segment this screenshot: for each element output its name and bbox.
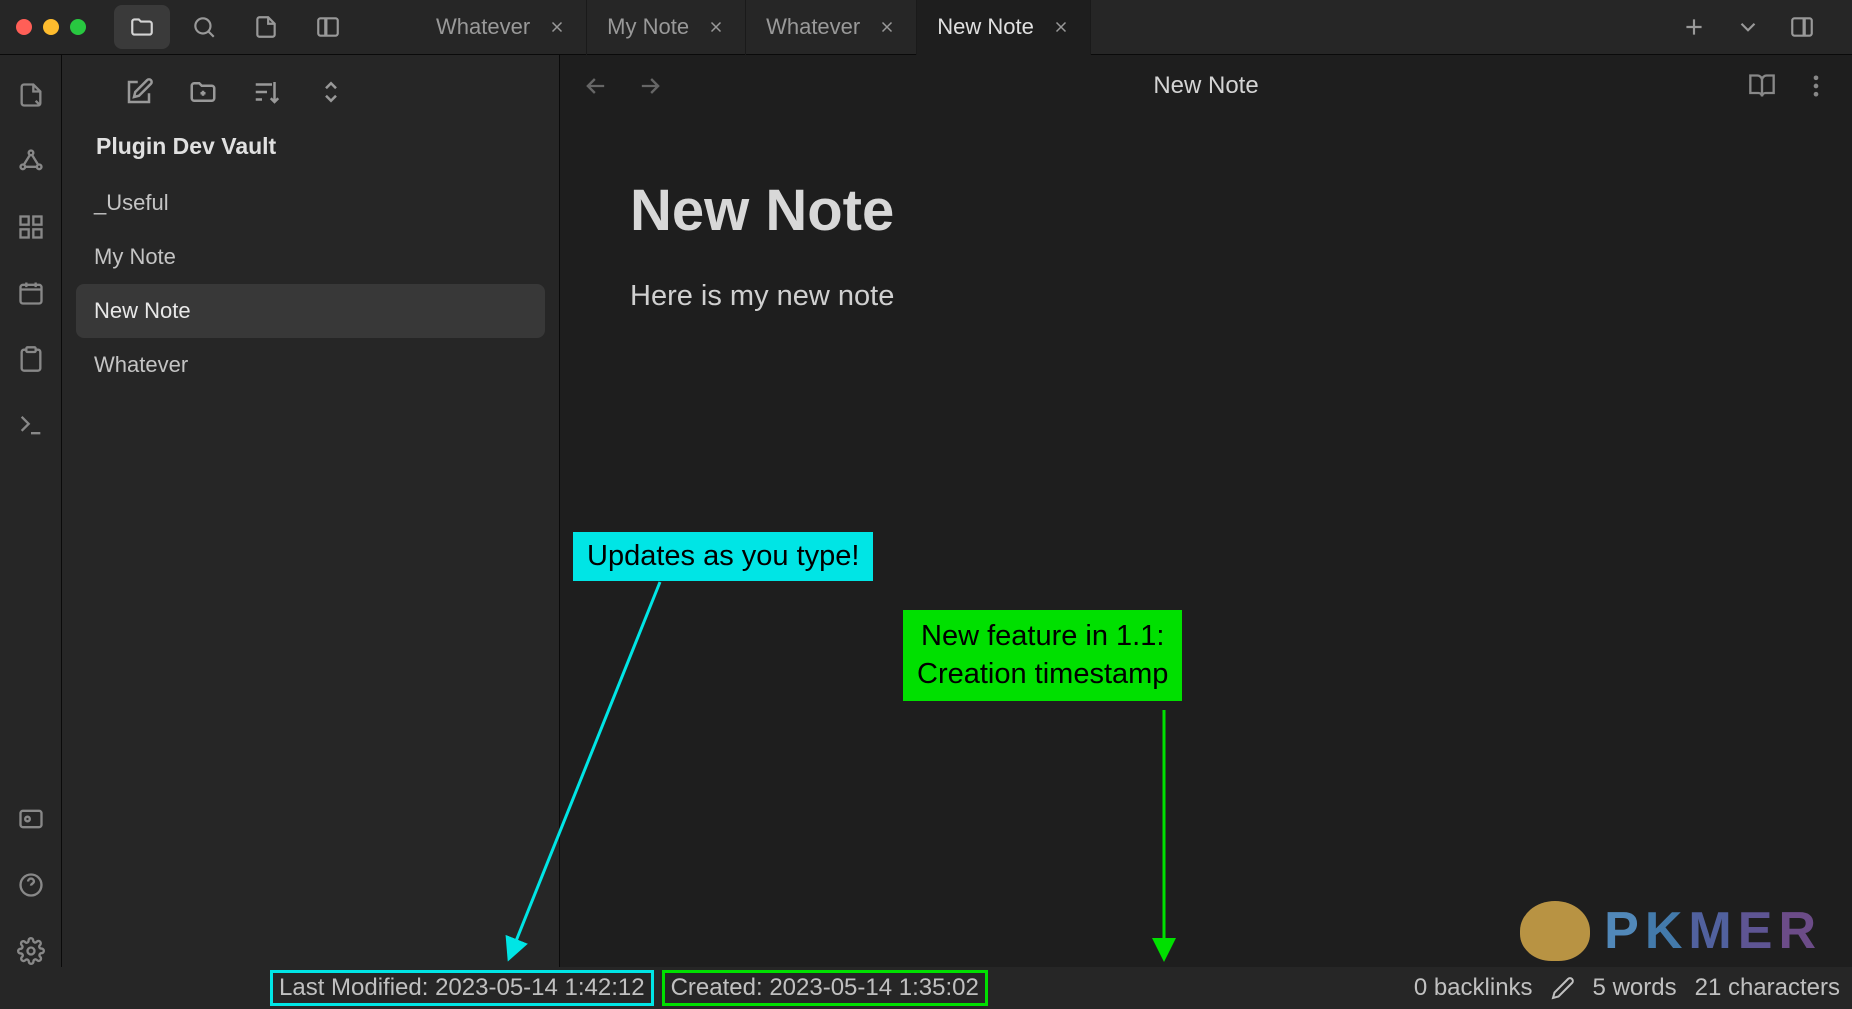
titlebar-right-icons [1670, 5, 1836, 49]
quick-switcher-icon[interactable] [15, 79, 47, 111]
status-bar: Last Modified: 2023-05-14 1:42:12 Create… [0, 967, 1852, 1009]
help-icon[interactable] [15, 869, 47, 901]
vault-icon[interactable] [15, 803, 47, 835]
editor-header-title[interactable]: New Note [664, 72, 1748, 100]
status-backlinks[interactable]: 0 backlinks [1414, 974, 1533, 1002]
templates-icon[interactable] [15, 343, 47, 375]
tab-whatever-1[interactable]: Whatever [416, 0, 587, 55]
file-explorer-sidebar: Plugin Dev Vault _Useful My Note New Not… [62, 55, 560, 967]
minimize-window-button[interactable] [43, 19, 59, 35]
pkmer-logo-icon [1520, 901, 1590, 961]
close-icon[interactable] [878, 18, 896, 36]
left-ribbon [0, 55, 62, 967]
window-controls [16, 19, 86, 35]
close-window-button[interactable] [16, 19, 32, 35]
reading-mode-icon[interactable] [1748, 72, 1776, 100]
panel-icon[interactable] [300, 5, 356, 49]
status-words: 5 words [1593, 974, 1677, 1002]
sort-button[interactable] [250, 75, 284, 109]
file-list: _Useful My Note New Note Whatever [62, 176, 559, 392]
annotation-creation: New feature in 1.1: Creation timestamp [903, 610, 1182, 701]
editor-header-actions [1748, 72, 1830, 100]
more-options-icon[interactable] [1802, 72, 1830, 100]
watermark-text: PKMER [1604, 901, 1822, 961]
status-characters: 21 characters [1695, 974, 1840, 1002]
status-right: 0 backlinks 5 words 21 characters [1414, 974, 1840, 1002]
edit-mode-icon[interactable] [1551, 976, 1575, 1000]
nav-back-icon[interactable] [582, 72, 610, 100]
tab-label: Whatever [766, 14, 860, 40]
right-panel-icon[interactable] [1778, 5, 1826, 49]
vault-name[interactable]: Plugin Dev Vault [62, 133, 559, 176]
main-area: Plugin Dev Vault _Useful My Note New Not… [0, 55, 1852, 967]
file-item-useful[interactable]: _Useful [76, 176, 545, 230]
canvas-icon[interactable] [15, 211, 47, 243]
tab-label: My Note [607, 14, 689, 40]
status-last-modified: Last Modified: 2023-05-14 1:42:12 [270, 970, 654, 1006]
graph-icon[interactable] [15, 145, 47, 177]
close-icon[interactable] [707, 18, 725, 36]
editor-body[interactable]: New Note Here is my new note [560, 117, 1852, 373]
files-icon[interactable] [114, 5, 170, 49]
status-created: Created: 2023-05-14 1:35:02 [662, 970, 988, 1006]
file-item-new-note[interactable]: New Note [76, 284, 545, 338]
titlebar: Whatever My Note Whatever New Note [0, 0, 1852, 55]
settings-icon[interactable] [15, 935, 47, 967]
watermark: PKMER [1520, 901, 1822, 961]
tab-new-note[interactable]: New Note [917, 0, 1091, 55]
collapse-button[interactable] [314, 75, 348, 109]
close-icon[interactable] [548, 18, 566, 36]
search-icon[interactable] [176, 5, 232, 49]
titlebar-left-icons [114, 5, 356, 49]
note-content[interactable]: Here is my new note [630, 280, 1782, 313]
note-title[interactable]: New Note [630, 177, 1782, 244]
new-note-icon[interactable] [238, 5, 294, 49]
new-tab-icon[interactable] [1670, 5, 1718, 49]
file-item-whatever[interactable]: Whatever [76, 338, 545, 392]
nav-arrows [582, 72, 664, 100]
tab-bar: Whatever My Note Whatever New Note [416, 0, 1670, 55]
new-note-button[interactable] [122, 75, 156, 109]
editor-pane: New Note New Note Here is my new note [560, 55, 1852, 967]
tab-my-note[interactable]: My Note [587, 0, 746, 55]
tab-label: New Note [937, 14, 1034, 40]
file-item-my-note[interactable]: My Note [76, 230, 545, 284]
maximize-window-button[interactable] [70, 19, 86, 35]
tab-dropdown-icon[interactable] [1724, 5, 1772, 49]
command-palette-icon[interactable] [15, 409, 47, 441]
nav-forward-icon[interactable] [636, 72, 664, 100]
tab-label: Whatever [436, 14, 530, 40]
close-icon[interactable] [1052, 18, 1070, 36]
new-folder-button[interactable] [186, 75, 220, 109]
annotation-updates: Updates as you type! [573, 532, 873, 581]
editor-header: New Note [560, 55, 1852, 117]
tab-whatever-2[interactable]: Whatever [746, 0, 917, 55]
daily-note-icon[interactable] [15, 277, 47, 309]
sidebar-toolbar [62, 55, 559, 133]
